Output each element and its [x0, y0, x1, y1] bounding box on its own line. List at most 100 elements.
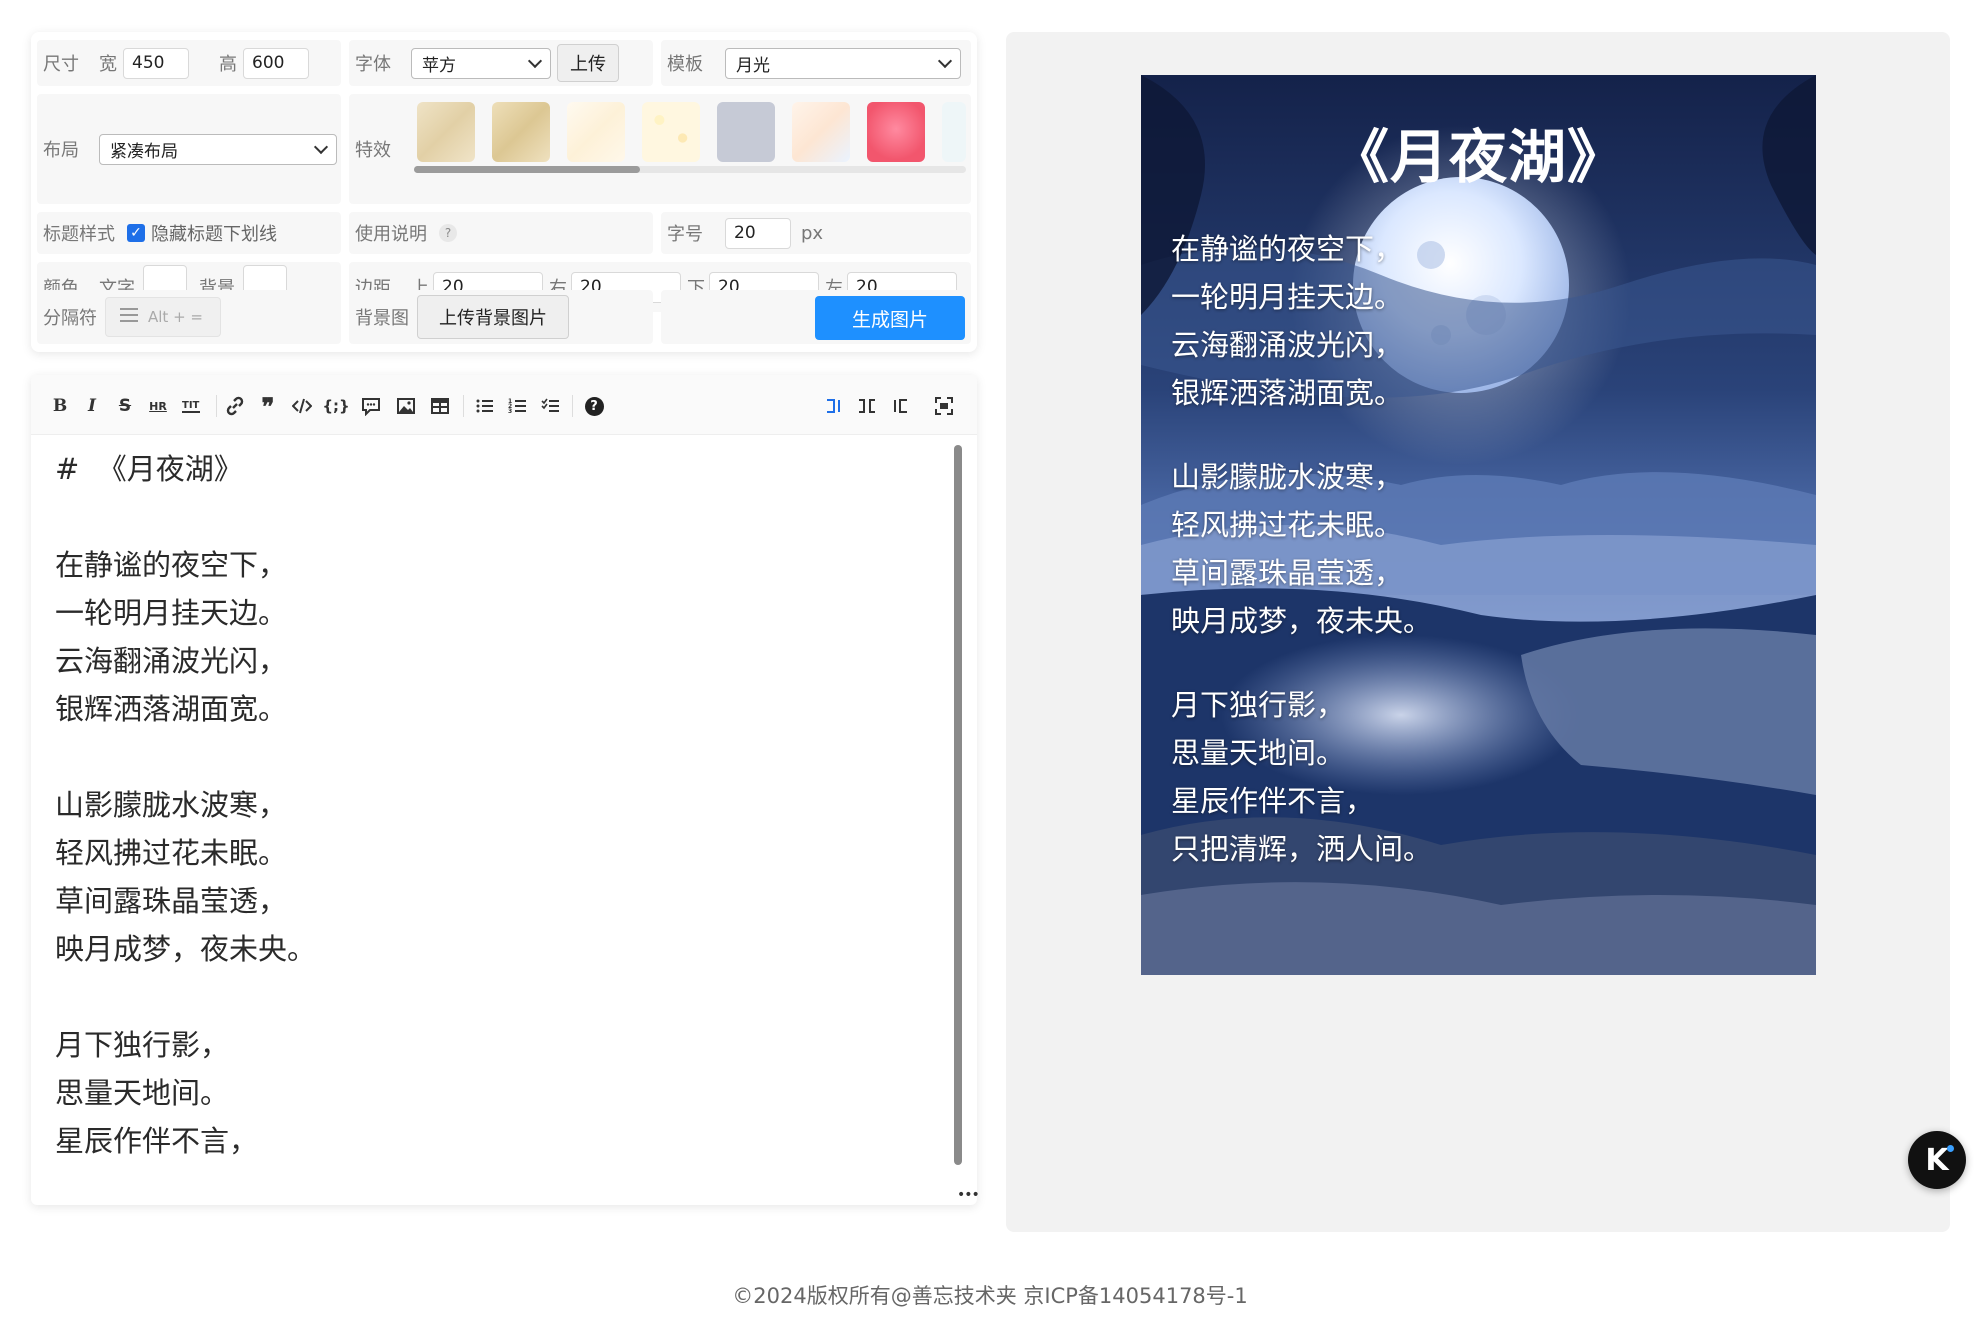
editor-scrollbar[interactable]: [954, 445, 962, 1165]
floating-assistant-button[interactable]: K: [1908, 1131, 1966, 1189]
poster-line: 云海翻涌波光闪，: [1171, 328, 1404, 362]
template-label: 模板: [667, 54, 703, 75]
template-group: 模板 月光: [661, 40, 971, 86]
title-style-group: 标题样式 ✓ 隐藏标题下划线: [37, 212, 341, 254]
poster-line: 山影朦胧水波寒，: [1171, 460, 1404, 494]
poster-line: 草间露珠晶莹透，: [1171, 556, 1404, 590]
height-input[interactable]: 600: [243, 47, 309, 79]
poster-stanza-1: 在静谧的夜空下， 一轮明月挂天边。 云海翻涌波光闪， 银辉洒落湖面宽。: [1171, 225, 1403, 417]
menu-icon: [120, 308, 138, 326]
editor-toolbar: B I S HR TIT ❞ {;} 123 ?: [31, 375, 977, 435]
editor-line: 轻风拂过花未眠。: [55, 836, 288, 870]
effect-swatch-light-1[interactable]: [567, 102, 625, 162]
font-size-input[interactable]: 20: [725, 217, 791, 249]
effect-swatch-paper-2[interactable]: [492, 102, 550, 162]
preview-right-icon[interactable]: [887, 393, 913, 419]
poster-line: 只把清辉，洒人间。: [1171, 832, 1433, 866]
poster-stanza-3: 月下独行影， 思量天地间。 星辰作伴不言， 只把清辉，洒人间。: [1171, 681, 1432, 873]
editor-line: 在静谧的夜空下，: [55, 548, 288, 582]
help-circle-icon[interactable]: ?: [581, 393, 607, 419]
height-label: 高: [219, 54, 237, 75]
hide-underline-checkbox[interactable]: ✓: [127, 224, 145, 242]
poster-stanza-2: 山影朦胧水波寒， 轻风拂过花未眠。 草间露珠晶莹透， 映月成梦，夜未央。: [1171, 453, 1432, 645]
bg-image-group: 背景图 上传背景图片: [349, 290, 653, 344]
strikethrough-icon[interactable]: S: [112, 393, 138, 419]
effect-swatch-paper-1[interactable]: [417, 102, 475, 162]
separator-input[interactable]: Alt + =: [105, 297, 221, 337]
poster-line: 月下独行影，: [1171, 688, 1346, 722]
title-style-label: 标题样式: [43, 224, 115, 245]
font-select[interactable]: 苹方: [411, 47, 551, 79]
effect-swatch-red[interactable]: [867, 102, 925, 162]
font-size-label: 字号: [667, 224, 703, 245]
svg-text:3: 3: [508, 408, 512, 415]
hr-icon[interactable]: HR: [145, 393, 171, 419]
preview-both-icon[interactable]: [854, 393, 880, 419]
effect-swatch-partial[interactable]: [942, 102, 966, 162]
font-label: 字体: [355, 54, 391, 75]
comment-icon[interactable]: [358, 393, 384, 419]
effects-label: 特效: [355, 140, 391, 161]
help-label: 使用说明: [355, 224, 427, 245]
editor-textarea[interactable]: # 《月夜湖》 在静谧的夜空下， 一轮明月挂天边。 云海翻涌波光闪， 银辉洒落湖面宽。…: [55, 445, 955, 1165]
toolbar-divider: [216, 395, 217, 417]
layout-group: 布局 紧凑布局: [37, 94, 341, 204]
editor-line: 草间露珠晶莹透，: [55, 884, 288, 918]
poster-title: 《月夜湖》: [1330, 123, 1626, 191]
layout-label: 布局: [43, 140, 79, 161]
generate-image-button[interactable]: 生成图片: [815, 296, 965, 340]
bold-icon[interactable]: B: [47, 393, 73, 419]
upload-bg-image-button[interactable]: 上传背景图片: [417, 295, 569, 339]
width-input[interactable]: 450: [123, 47, 189, 79]
poster-line: 星辰作伴不言，: [1171, 784, 1375, 818]
poster-line: 思量天地间。: [1171, 736, 1346, 770]
poster-line: 轻风拂过花未眠。: [1171, 508, 1404, 542]
effects-scroll-track[interactable]: [414, 166, 966, 173]
chevron-down-icon: [313, 139, 329, 154]
link-icon[interactable]: [222, 393, 248, 419]
preview-left-icon[interactable]: [821, 393, 847, 419]
font-group: 字体 苹方 上传: [349, 40, 653, 86]
editor-line: 银辉洒落湖面宽。: [55, 692, 288, 726]
effect-swatch-dots[interactable]: [642, 102, 700, 162]
font-upload-button[interactable]: 上传: [557, 44, 619, 82]
layout-select-value: 紧凑布局: [110, 141, 178, 162]
editor-line: # 《月夜湖》: [55, 452, 243, 486]
image-icon[interactable]: [393, 393, 419, 419]
help-group: 使用说明 ?: [349, 212, 653, 254]
size-group: 尺寸 宽 450 高 600: [37, 40, 341, 86]
quote-icon[interactable]: ❞: [255, 392, 281, 421]
effect-swatch-pastel[interactable]: [792, 102, 850, 162]
template-select[interactable]: 月光: [725, 47, 961, 79]
editor-line: 云海翻涌波光闪，: [55, 644, 288, 678]
title-icon[interactable]: TIT: [178, 393, 204, 419]
bg-image-label: 背景图: [355, 308, 409, 329]
toolbar-divider: [463, 395, 464, 417]
resize-handle[interactable]: •••: [957, 1187, 980, 1203]
editor-line: 一轮明月挂天边。: [55, 596, 288, 630]
italic-icon[interactable]: I: [79, 393, 105, 419]
assistant-logo-icon: K: [1925, 1142, 1949, 1178]
chevron-down-icon: [527, 53, 543, 68]
unordered-list-icon[interactable]: [472, 393, 498, 419]
effect-swatch-gray[interactable]: [717, 102, 775, 162]
ordered-list-icon[interactable]: 123: [505, 393, 531, 419]
help-icon[interactable]: ?: [439, 224, 457, 242]
editor-line: 星辰作伴不言，: [55, 1124, 259, 1158]
table-icon[interactable]: [427, 393, 453, 419]
effects-scroll-thumb[interactable]: [414, 166, 640, 173]
code-block-icon[interactable]: {;}: [322, 393, 349, 419]
editor-line: 月下独行影，: [55, 1028, 230, 1062]
poster-line: 一轮明月挂天边。: [1171, 280, 1404, 314]
width-label: 宽: [99, 54, 117, 75]
font-select-value: 苹方: [422, 55, 456, 76]
layout-select[interactable]: 紧凑布局: [99, 133, 337, 165]
hide-underline-label: 隐藏标题下划线: [151, 224, 277, 245]
poster-preview: 《月夜湖》 在静谧的夜空下， 一轮明月挂天边。 云海翻涌波光闪， 银辉洒落湖面宽…: [1141, 75, 1816, 975]
generate-group: 生成图片: [661, 290, 971, 344]
task-list-icon[interactable]: [538, 393, 564, 419]
code-icon[interactable]: [289, 393, 315, 419]
fullscreen-icon[interactable]: [931, 393, 957, 419]
